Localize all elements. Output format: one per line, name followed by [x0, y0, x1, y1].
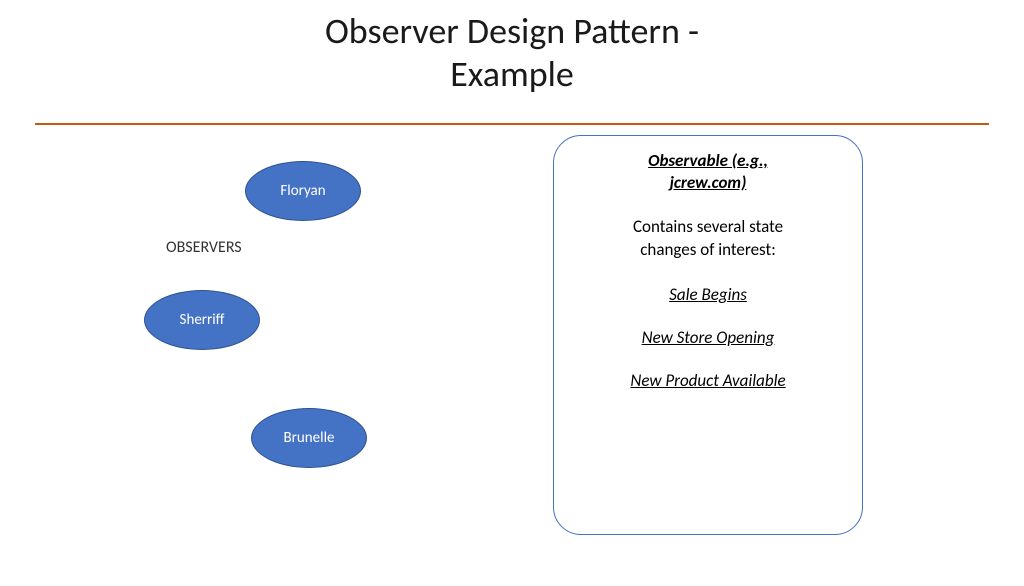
observable-subtitle: Contains several state changes of intere… — [576, 216, 840, 262]
observable-title-line-1: Observable (e.g., — [648, 150, 768, 171]
observable-event-store: New Store Opening — [576, 327, 840, 348]
observable-box: Observable (e.g., jcrew.com) Contains se… — [553, 135, 863, 535]
observer-label: Sherriff — [180, 311, 225, 329]
observable-event-sale: Sale Begins — [576, 284, 840, 305]
slide-title: Observer Design Pattern - Example — [0, 10, 1024, 96]
observable-title: Observable (e.g., jcrew.com) — [576, 150, 840, 194]
title-line-2: Example — [450, 52, 574, 96]
observable-title-line-2: jcrew.com) — [670, 172, 747, 193]
observers-label: OBSERVERS — [166, 238, 242, 257]
observer-label: Floryan — [280, 182, 325, 200]
title-line-1: Observer Design Pattern - — [325, 9, 699, 53]
observable-subtitle-line-1: Contains several state — [633, 216, 783, 237]
observer-node-floryan: Floryan — [245, 161, 361, 221]
observer-node-brunelle: Brunelle — [251, 408, 367, 468]
observable-subtitle-line-2: changes of interest: — [640, 239, 776, 260]
title-divider — [35, 123, 989, 125]
observable-event-product: New Product Available — [576, 370, 840, 391]
observer-node-sherriff: Sherriff — [144, 290, 260, 350]
observer-label: Brunelle — [284, 429, 335, 447]
